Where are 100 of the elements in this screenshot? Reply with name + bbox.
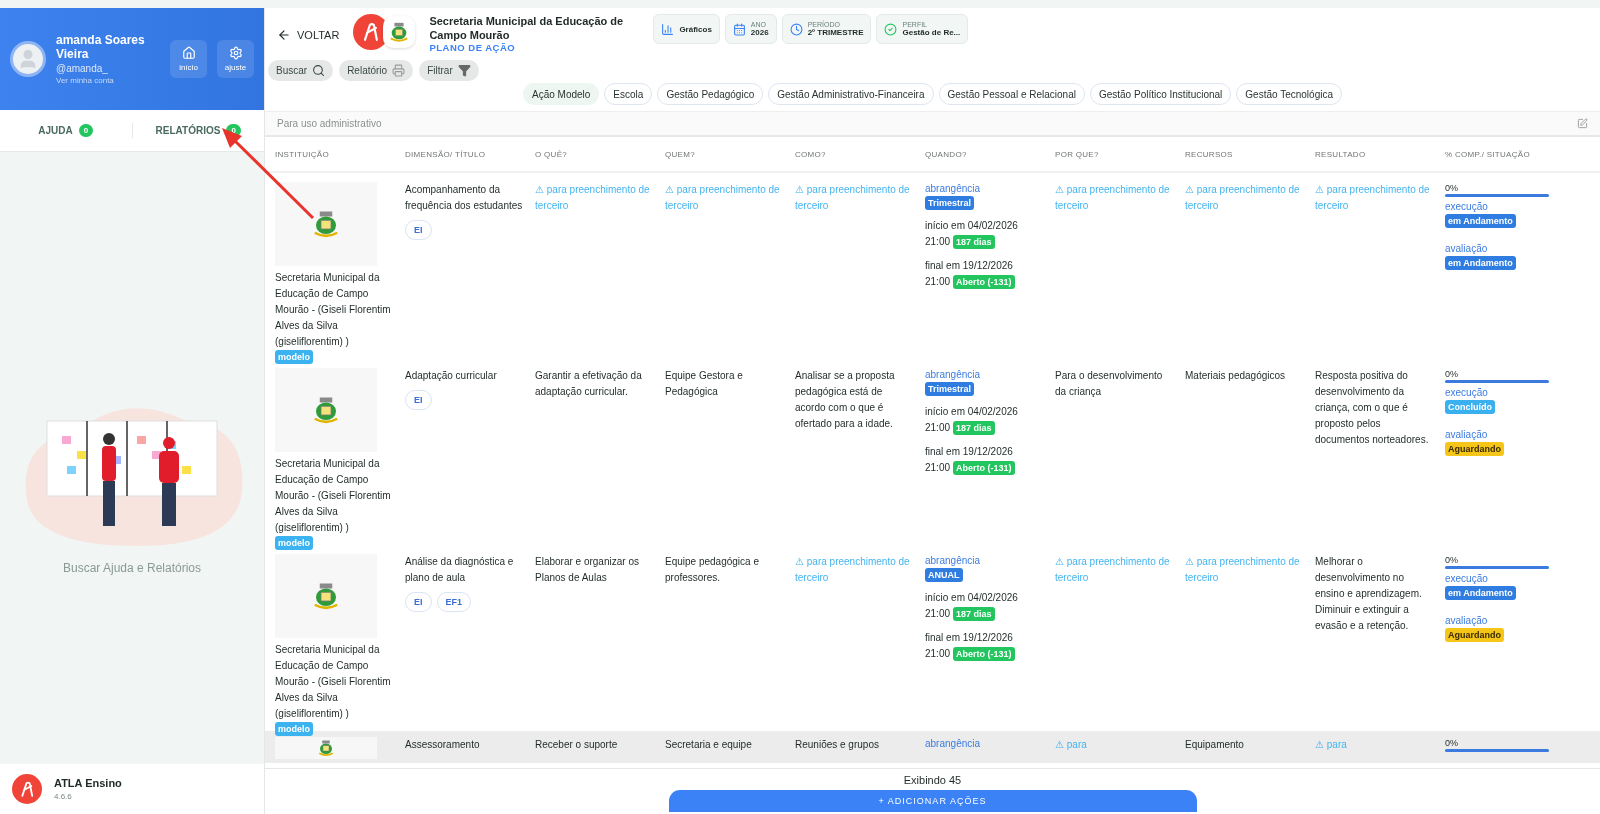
action-title: Assessoramento: [405, 738, 480, 752]
table-cell-text: Receber o suporte: [535, 738, 618, 752]
filter-chip[interactable]: Gráficos: [653, 14, 720, 44]
model-badge: modelo: [275, 722, 313, 736]
period-badge: Trimestral: [925, 382, 975, 396]
evaluation-label: avaliação: [1445, 428, 1488, 442]
table-cell-text: Equipe Gestora e Pedagógica: [665, 369, 744, 399]
category-tab[interactable]: Escola: [604, 83, 653, 105]
column-header: QUANDO?: [925, 149, 968, 159]
coat-of-arms-icon: [311, 581, 341, 611]
coat-of-arms-icon: [311, 209, 341, 239]
avatar-icon: [10, 41, 46, 77]
table-cell-text: Analisar se a proposta pedagógica está de acordo com o que é ofertado para a idade.: [795, 369, 896, 431]
open-badge: Aberto (-131): [953, 275, 1015, 289]
page-title: Secretaria Municipal da Educação de Campo Mourão: [429, 14, 625, 42]
printer-icon: [392, 64, 406, 77]
institution-name: Secretaria Municipal da Educação de Campo Mourão - (Giseli Florentim Alves da Silva (giseliflorentim) ): [275, 643, 392, 721]
execution-label: execução: [1445, 572, 1488, 586]
status-badge: Aguardando: [1445, 628, 1504, 642]
search-icon: [312, 64, 326, 77]
evaluation-label: avaliação: [1445, 614, 1488, 628]
user-name: amanda Soares Vieira: [56, 33, 146, 61]
column-header: % COMP./ SITUAÇÃO: [1445, 149, 1531, 159]
end-date: final em 19/12/2026: [925, 631, 1013, 645]
filter-icon: [457, 64, 471, 77]
percent-complete: 0%: [1445, 182, 1458, 194]
app-name: ATLA Ensino: [54, 777, 122, 789]
institution-name: Secretaria Municipal da Educação de Campo Mourão - (Giseli Florentim Alves da Silva (giseliflorentim) ): [275, 457, 392, 535]
evaluation-label: avaliação: [1445, 242, 1488, 256]
table-cell-text: Para o desenvolvimento da criança: [1055, 369, 1164, 399]
back-button[interactable]: VOLTAR: [277, 28, 340, 42]
execution-label: execução: [1445, 200, 1488, 214]
app-version: 4.6.6: [54, 792, 73, 801]
table-cell-text: Materiais pedagógicos: [1185, 369, 1286, 383]
pending-note: ⚠ para preenchimento de terceiro: [665, 183, 781, 213]
institution-name: Secretaria Municipal da Educação de Campo Mourão - (Giseli Florentim Alves da Silva (giseliflorentim) ): [275, 271, 392, 349]
column-header: POR QUE?: [1055, 149, 1100, 159]
start-date: início em 04/02/2026: [925, 219, 1018, 233]
pending-note: ⚠ para preenchimento de terceiro: [1185, 555, 1301, 585]
scope-label: abrangência: [925, 182, 981, 196]
table-cell-text: Equipamento: [1185, 738, 1244, 752]
admin-note: Para uso administrativo: [277, 118, 382, 129]
action-button[interactable]: Filtrar: [419, 60, 479, 81]
percent-complete: 0%: [1445, 737, 1458, 749]
status-badge: em Andamento: [1445, 214, 1516, 228]
sidebar-tab[interactable]: AJUDA 0: [0, 123, 132, 138]
table-cell-text: Reuniões e grupos: [795, 738, 879, 752]
table-cell-text: Resposta positiva do desenvolvimento da criança, com o que é proposto pelos documentos norteadores.: [1315, 369, 1430, 447]
home-icon: [181, 46, 196, 60]
execution-label: execução: [1445, 386, 1488, 400]
help-caption: Buscar Ajuda e Relatórios: [62, 561, 202, 575]
pending-note: ⚠ para preenchimento de terceiro: [1055, 183, 1171, 213]
status-badge: Aguardando: [1445, 442, 1504, 456]
action-title: Análise da diagnóstica e plano de aula: [405, 555, 515, 585]
action-button[interactable]: Relatório: [339, 60, 414, 81]
percent-complete: 0%: [1445, 368, 1458, 380]
app-logo-icon: [12, 774, 42, 804]
open-badge: Aberto (-131): [953, 461, 1015, 475]
column-header: DIMENSÃO/ TÍTULO: [405, 149, 487, 159]
days-badge: 187 dias: [953, 235, 995, 249]
pending-note: ⚠ para: [1055, 738, 1087, 752]
page-subtitle: PLANO DE AÇÃO: [429, 42, 517, 53]
period-badge: Trimestral: [925, 196, 975, 210]
model-badge: modelo: [275, 350, 313, 364]
table-cell-text: Melhorar o desenvolvimento no ensino e aprendizagem. Diminuir e extinguir a evasão e a retenção.: [1315, 555, 1423, 633]
status-badge: em Andamento: [1445, 586, 1516, 600]
pending-note: ⚠ para preenchimento de terceiro: [1185, 183, 1301, 213]
model-badge: modelo: [275, 536, 313, 550]
start-date: início em 04/02/2026: [925, 405, 1018, 419]
table-cell-text: Elaborar e organizar os Planos de Aulas: [535, 555, 640, 585]
add-actions-button[interactable]: + ADICIONAR AÇÕES: [668, 790, 1197, 812]
category-tab[interactable]: Gestão Tecnológica: [1236, 83, 1342, 105]
column-header: RECURSOS: [1185, 149, 1234, 159]
edit-icon: [1577, 118, 1588, 129]
scope-label: abrangência: [925, 737, 981, 751]
result-count: Exibindo 45: [903, 774, 962, 786]
category-tab[interactable]: Gestão Administrativo-Financeira: [768, 83, 934, 105]
category-tab[interactable]: Gestão Pedagógico: [657, 83, 764, 105]
settings-button[interactable]: ajuste: [217, 40, 254, 78]
action-title: Adaptação curricular: [405, 369, 497, 383]
coat-of-arms-icon: [311, 395, 341, 425]
category-tab[interactable]: Gestão Pessoal e Relacional: [938, 83, 1085, 105]
bar-chart-icon: [661, 22, 675, 36]
percent-complete: 0%: [1445, 554, 1458, 566]
start-time: 21:00: [925, 421, 951, 435]
scope-label: abrangência: [925, 554, 981, 568]
action-title: Acompanhamento da frequência dos estudantes: [405, 183, 524, 213]
pending-note: ⚠ para: [1315, 738, 1347, 752]
end-date: final em 19/12/2026: [925, 259, 1013, 273]
period-badge: ANUAL: [925, 568, 963, 582]
category-tab[interactable]: Ação Modelo: [523, 83, 600, 105]
end-time: 21:00: [925, 647, 951, 661]
pending-note: ⚠ para preenchimento de terceiro: [795, 555, 911, 585]
start-time: 21:00: [925, 607, 951, 621]
pending-note: ⚠ para preenchimento de terceiro: [795, 183, 911, 213]
action-button[interactable]: Buscar: [268, 60, 334, 81]
start-time: 21:00: [925, 235, 951, 249]
pending-note: ⚠ para preenchimento de terceiro: [1315, 183, 1431, 213]
category-tab[interactable]: Gestão Político Institucional: [1089, 83, 1232, 105]
user-handle: @amanda_: [56, 63, 109, 74]
